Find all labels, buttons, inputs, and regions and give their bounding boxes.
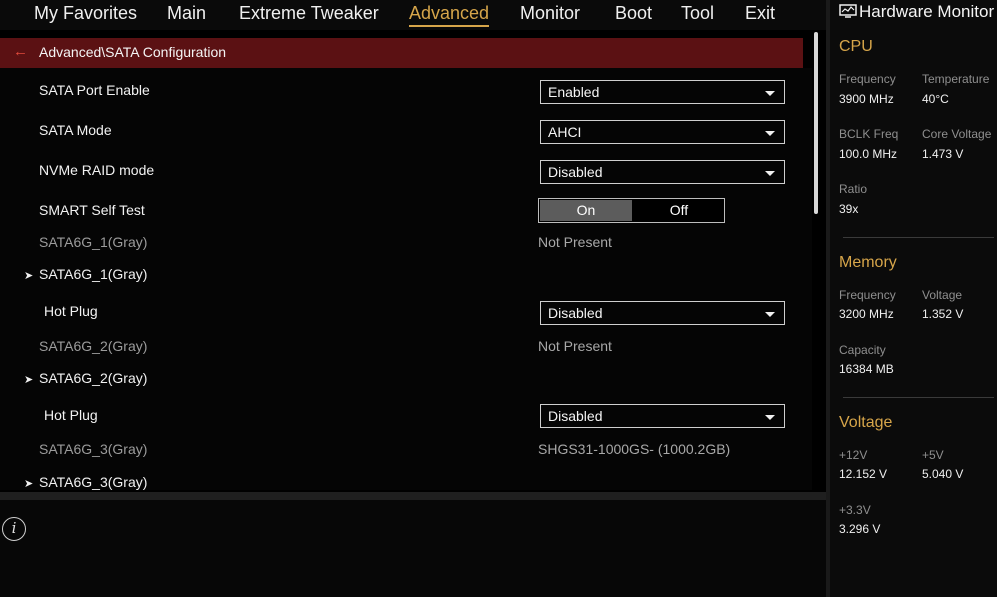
tab-monitor[interactable]: Monitor: [520, 3, 580, 24]
help-divider: [0, 492, 826, 500]
hot-plug-1-value: Disabled: [548, 305, 603, 321]
sata-port-enable-label: SATA Port Enable: [39, 82, 150, 98]
caret-down-icon: [765, 415, 775, 420]
cpu-frequency-label: Frequency: [839, 72, 896, 86]
memory-section-title: Memory: [839, 254, 897, 271]
tab-my-favorites[interactable]: My Favorites: [34, 3, 137, 24]
settings-list: SATA Port Enable Enabled SATA Mode AHCI …: [0, 68, 812, 490]
tab-main[interactable]: Main: [167, 3, 206, 24]
chevron-right-icon: ➤: [24, 270, 34, 282]
sata-mode-dropdown[interactable]: AHCI: [540, 120, 785, 144]
smart-self-test-toggle[interactable]: On Off: [538, 198, 725, 223]
v12-value: 12.152 V: [839, 467, 888, 481]
nvme-raid-mode-label: NVMe RAID mode: [39, 162, 155, 178]
ratio-value: 39x: [839, 202, 859, 216]
sata6g-1-info-label: SATA6G_1(Gray): [39, 234, 148, 250]
memory-capacity-value: 16384 MB: [839, 362, 894, 376]
hot-plug-2-value: Disabled: [548, 408, 603, 424]
nvme-raid-mode-dropdown[interactable]: Disabled: [540, 160, 785, 184]
memory-voltage-value: 1.352 V: [922, 307, 964, 321]
hardware-monitor-title: Hardware Monitor: [859, 2, 995, 21]
sata-mode-label: SATA Mode: [39, 122, 112, 138]
caret-down-icon: [765, 131, 775, 136]
caret-down-icon: [765, 91, 775, 96]
back-arrow-icon[interactable]: ←: [13, 43, 28, 60]
section-divider: [843, 237, 994, 238]
tab-tool[interactable]: Tool: [681, 3, 714, 24]
ratio-label: Ratio: [839, 182, 868, 196]
memory-frequency-value: 3200 MHz: [839, 307, 894, 321]
sata6g-2-info-label: SATA6G_2(Gray): [39, 338, 148, 354]
cpu-temperature-value: 40°C: [922, 92, 949, 106]
sata-port-enable-dropdown[interactable]: Enabled: [540, 80, 785, 104]
v33-value: 3.296 V: [839, 522, 881, 536]
sata6g-1-submenu[interactable]: SATA6G_1(Gray): [39, 266, 147, 282]
hardware-monitor-header: Hardware Monitor: [830, 0, 997, 26]
core-voltage-label: Core Voltage: [922, 127, 992, 141]
toggle-on-option[interactable]: On: [540, 200, 632, 221]
section-divider: [843, 397, 994, 398]
sata6g-3-device: SHGS31-1000GS- (1000.2GB): [538, 441, 731, 457]
breadcrumb: ← Advanced\SATA Configuration: [0, 38, 803, 68]
core-voltage-value: 1.473 V: [922, 147, 964, 161]
memory-frequency-label: Frequency: [839, 288, 896, 302]
sata6g-3-info-label: SATA6G_3(Gray): [39, 441, 148, 457]
voltage-section-title: Voltage: [839, 414, 893, 431]
hot-plug-1-label: Hot Plug: [44, 303, 98, 319]
memory-capacity-label: Capacity: [839, 343, 886, 357]
tab-advanced[interactable]: Advanced: [409, 3, 490, 27]
breadcrumb-path: Advanced\SATA Configuration: [39, 44, 227, 60]
info-icon: i: [2, 517, 26, 541]
sata6g-2-submenu[interactable]: SATA6G_2(Gray): [39, 370, 147, 386]
cpu-section-title: CPU: [839, 38, 873, 55]
tab-exit[interactable]: Exit: [745, 3, 775, 24]
sata6g-2-status: Not Present: [538, 338, 612, 354]
cpu-temperature-label: Temperature: [922, 72, 990, 86]
smart-self-test-label: SMART Self Test: [39, 202, 145, 218]
help-panel: i: [0, 500, 826, 597]
toggle-off-option[interactable]: Off: [634, 200, 724, 221]
top-menu-bar: My Favorites Main Extreme Tweaker Advanc…: [0, 0, 826, 30]
chevron-right-icon: ➤: [24, 478, 34, 490]
hardware-monitor-panel: Hardware Monitor CPU Frequency 3900 MHz …: [830, 0, 997, 597]
v12-label: +12V: [839, 448, 868, 462]
memory-voltage-label: Voltage: [922, 288, 963, 302]
caret-down-icon: [765, 312, 775, 317]
v33-label: +3.3V: [839, 503, 871, 517]
sata-port-enable-value: Enabled: [548, 84, 600, 100]
caret-down-icon: [765, 171, 775, 176]
bclk-freq-label: BCLK Freq: [839, 127, 899, 141]
sata6g-3-submenu[interactable]: SATA6G_3(Gray): [39, 474, 147, 490]
bclk-freq-value: 100.0 MHz: [839, 147, 898, 161]
tab-boot[interactable]: Boot: [615, 3, 652, 24]
cpu-frequency-value: 3900 MHz: [839, 92, 894, 106]
hot-plug-2-label: Hot Plug: [44, 407, 98, 423]
sata-mode-value: AHCI: [548, 124, 582, 140]
hot-plug-2-dropdown[interactable]: Disabled: [540, 404, 785, 428]
hot-plug-1-dropdown[interactable]: Disabled: [540, 301, 785, 325]
scrollbar[interactable]: [814, 32, 818, 214]
tab-extreme-tweaker[interactable]: Extreme Tweaker: [239, 3, 379, 24]
v5-value: 5.040 V: [922, 467, 964, 481]
sata6g-1-status: Not Present: [538, 234, 612, 250]
v5-label: +5V: [922, 448, 944, 462]
monitor-icon: [839, 4, 857, 18]
chevron-right-icon: ➤: [24, 374, 34, 386]
nvme-raid-mode-value: Disabled: [548, 164, 603, 180]
